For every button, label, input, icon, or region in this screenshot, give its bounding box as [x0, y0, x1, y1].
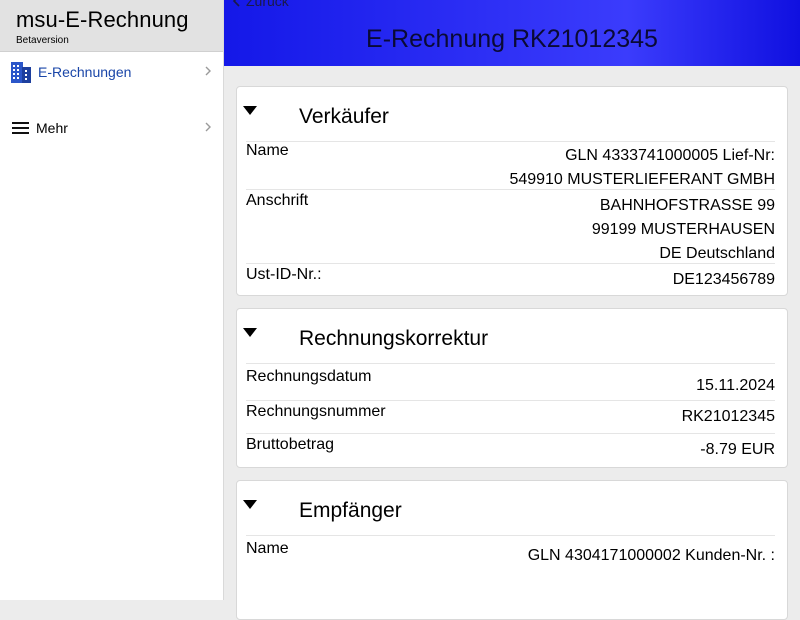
invoice-date-value: 15.11.2024	[696, 377, 775, 394]
seller-vat-label: Ust-ID-Nr.:	[246, 266, 322, 283]
invoice-date-row: Rechnungsdatum 15.11.2024	[246, 363, 775, 400]
recipient-title: Empfänger	[299, 499, 402, 522]
seller-name-label: Name	[246, 142, 289, 159]
building-icon	[11, 62, 31, 83]
seller-name-row: Name GLN 4333741000005 Lief-Nr: 549910 M…	[246, 141, 775, 189]
invoice-number-row: Rechnungsnummer RK21012345	[246, 400, 775, 433]
correction-card: Rechnungskorrektur Rechnungsdatum 15.11.…	[236, 308, 788, 468]
sidebar-item-label: E-Rechnungen	[38, 64, 132, 80]
sidebar-item-e-rechnungen[interactable]: E-Rechnungen	[0, 54, 223, 90]
seller-address-label: Anschrift	[246, 192, 309, 209]
gross-amount-label: Bruttobetrag	[246, 436, 335, 453]
recipient-card-header[interactable]: Empfänger	[237, 481, 787, 535]
recipient-card: Empfänger Name GLN 4304171000002 Kunden-…	[236, 480, 788, 620]
seller-card: Verkäufer Name GLN 4333741000005 Lief-Nr…	[236, 86, 788, 296]
recipient-name-line1: GLN 4304171000002 Kunden-Nr. :	[527, 547, 775, 564]
collapse-triangle-icon[interactable]	[242, 105, 258, 117]
sidebar-item-mehr[interactable]: Mehr	[0, 110, 223, 146]
seller-card-header[interactable]: Verkäufer	[237, 87, 787, 141]
recipient-name-row: Name GLN 4304171000002 Kunden-Nr. :	[246, 535, 775, 595]
seller-name-line1: GLN 4333741000005 Lief-Nr:	[565, 147, 775, 164]
recipient-name-label: Name	[246, 540, 289, 557]
seller-address-line1: BAHNHOFSTRASSE 99	[599, 197, 775, 214]
invoice-date-label: Rechnungsdatum	[246, 368, 372, 385]
gross-amount-row: Bruttobetrag -8.79 EUR	[246, 433, 775, 466]
seller-address-row: Anschrift BAHNHOFSTRASSE 99 99199 MUSTER…	[246, 189, 775, 263]
chevron-right-icon	[205, 122, 211, 132]
app-title: msu-E-Rechnung	[16, 7, 189, 32]
page-title: E-Rechnung RK21012345	[366, 25, 658, 53]
chevron-left-icon	[232, 0, 240, 7]
correction-title: Rechnungskorrektur	[299, 327, 489, 350]
invoice-number-value: RK21012345	[681, 408, 775, 425]
seller-vat-value: DE123456789	[672, 271, 775, 288]
app-subtitle: Betaversion	[16, 35, 69, 46]
menu-icon	[12, 122, 29, 134]
sidebar-header: msu-E-Rechnung Betaversion	[0, 0, 223, 52]
seller-vat-row: Ust-ID-Nr.: DE123456789	[246, 263, 775, 295]
chevron-right-icon	[205, 66, 211, 76]
gross-amount-value: -8.79 EUR	[700, 441, 775, 458]
seller-title: Verkäufer	[299, 105, 389, 128]
invoice-number-label: Rechnungsnummer	[246, 403, 386, 420]
collapse-triangle-icon[interactable]	[242, 499, 258, 511]
sidebar-item-label: Mehr	[36, 120, 68, 136]
correction-card-header[interactable]: Rechnungskorrektur	[237, 309, 787, 363]
page-header: Zurück E-Rechnung RK21012345	[224, 0, 800, 66]
seller-address-line2: 99199 MUSTERHAUSEN	[591, 221, 775, 238]
back-label: Zurück	[246, 0, 289, 9]
back-button[interactable]: Zurück	[232, 0, 289, 9]
main-content[interactable]: Verkäufer Name GLN 4333741000005 Lief-Nr…	[224, 66, 800, 620]
collapse-triangle-icon[interactable]	[242, 327, 258, 339]
sidebar: msu-E-Rechnung Betaversion E-Rechnungen	[0, 0, 224, 600]
